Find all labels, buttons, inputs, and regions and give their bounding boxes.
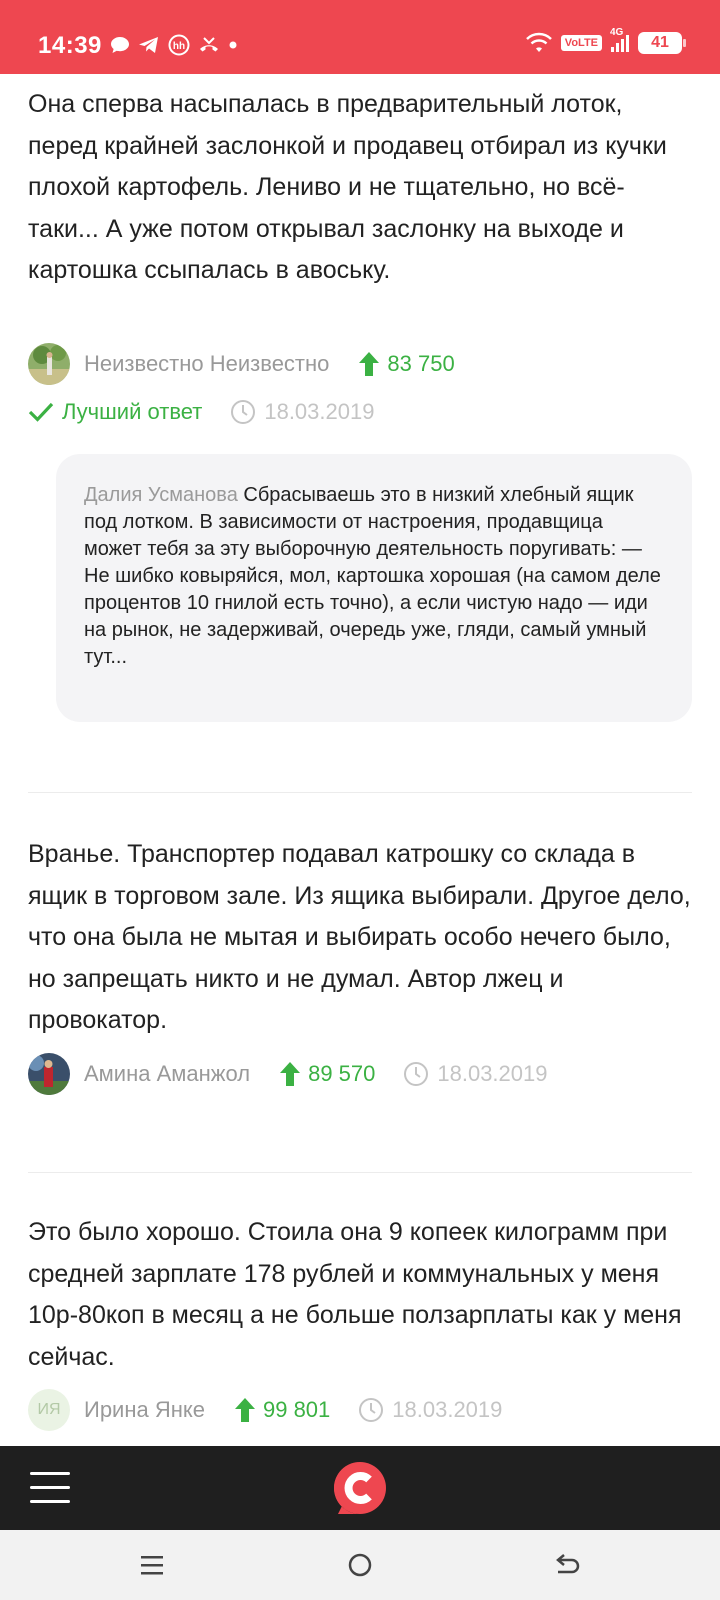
- volte-icon: VoLTE: [560, 35, 602, 51]
- date-value: 18.03.2019: [264, 399, 375, 424]
- score-value: 89 570: [308, 1061, 376, 1086]
- answer-text: Она сперва насыпалась в предварительный …: [28, 90, 667, 285]
- check-icon: [28, 402, 54, 422]
- wifi-icon: [525, 32, 553, 54]
- answer-item: Вранье. Транспортер подавал катрошку со …: [0, 834, 720, 1042]
- clock-icon: [231, 400, 256, 424]
- avatar[interactable]: ИЯ: [28, 1389, 70, 1431]
- site-logo-icon[interactable]: [332, 1460, 388, 1516]
- comment-text: Сбрасываешь это в низкий хлебный ящик по…: [84, 484, 661, 668]
- avatar-initials: ИЯ: [37, 1401, 61, 1418]
- answer-date: 18.03.2019: [230, 399, 374, 425]
- date-value: 18.03.2019: [437, 1061, 548, 1086]
- hamburger-icon[interactable]: [30, 1472, 70, 1504]
- score-value: 83 750: [387, 351, 455, 376]
- recents-icon[interactable]: [138, 1550, 168, 1580]
- hh-icon: hh: [168, 34, 190, 56]
- signal-icon: 4G: [610, 27, 630, 53]
- system-status-icons: VoLTE 4G 41: [525, 27, 686, 54]
- divider: [28, 792, 692, 793]
- bottom-app-bar: [0, 1446, 720, 1530]
- date-value: 18.03.2019: [392, 1397, 503, 1422]
- avatar[interactable]: [28, 1053, 70, 1095]
- score-value: 99 801: [262, 1397, 331, 1422]
- author-name[interactable]: Неизвестно Неизвестно: [84, 351, 329, 377]
- svg-text:hh: hh: [173, 41, 185, 52]
- best-answer-badge: Лучший ответ: [28, 399, 202, 425]
- author-name[interactable]: Амина Аманжол: [84, 1061, 250, 1087]
- answer-date: 18.03.2019: [358, 1397, 502, 1423]
- answer-item: Это было хорошо. Стоила она 9 копеек кил…: [0, 1212, 720, 1378]
- answer-date: 18.03.2019: [403, 1061, 547, 1087]
- status-bar: 14:39 hh VoLTE 4G 41: [0, 0, 720, 74]
- answers-list: Она сперва насыпалась в предварительный …: [0, 74, 720, 1446]
- arrow-up-icon: [234, 1398, 255, 1422]
- answer-text: Вранье. Транспортер подавал катрошку со …: [28, 840, 691, 1035]
- status-time: 14:39: [38, 32, 102, 59]
- avatar[interactable]: [28, 343, 70, 385]
- answer-score: 89 570: [278, 1061, 375, 1087]
- comment-body: Далия Усманова Сбрасываешь это в низкий …: [84, 482, 664, 671]
- answer-item: Она сперва насыпалась в предварительный …: [0, 84, 720, 292]
- answer-meta: Неизвестно Неизвестно 83 750: [28, 343, 455, 385]
- battery-icon: 41: [638, 32, 686, 54]
- arrow-up-icon: [359, 352, 380, 376]
- answer-meta: ИЯ Ирина Янке 99 801 18.03.2019: [28, 1389, 502, 1431]
- answer-meta: Амина Аманжол 89 570 18.03.2019: [28, 1053, 547, 1095]
- comment[interactable]: Далия Усманова Сбрасываешь это в низкий …: [56, 454, 692, 722]
- answer-badges: Лучший ответ 18.03.2019: [28, 392, 374, 432]
- notification-icons: hh: [110, 34, 238, 56]
- back-icon[interactable]: [552, 1550, 582, 1580]
- system-navigation-bar: [0, 1530, 720, 1600]
- clock-icon: [404, 1062, 429, 1086]
- clock-icon: [359, 1398, 384, 1422]
- comment-author[interactable]: Далия Усманова: [84, 484, 238, 506]
- author-name[interactable]: Ирина Янке: [84, 1397, 205, 1423]
- best-answer-label: Лучший ответ: [62, 399, 203, 424]
- home-icon[interactable]: [345, 1550, 375, 1580]
- arrow-up-icon: [280, 1062, 301, 1086]
- dot-icon: [228, 40, 238, 50]
- chat-bubble-icon: [110, 36, 130, 54]
- divider: [28, 1172, 692, 1173]
- missed-call-icon: [198, 35, 220, 55]
- telegram-icon: [138, 35, 160, 55]
- answer-text: Это было хорошо. Стоила она 9 копеек кил…: [28, 1218, 682, 1371]
- network-type-label: 4G: [610, 27, 624, 38]
- answer-score: 83 750: [357, 351, 455, 377]
- answer-score: 99 801: [233, 1397, 330, 1423]
